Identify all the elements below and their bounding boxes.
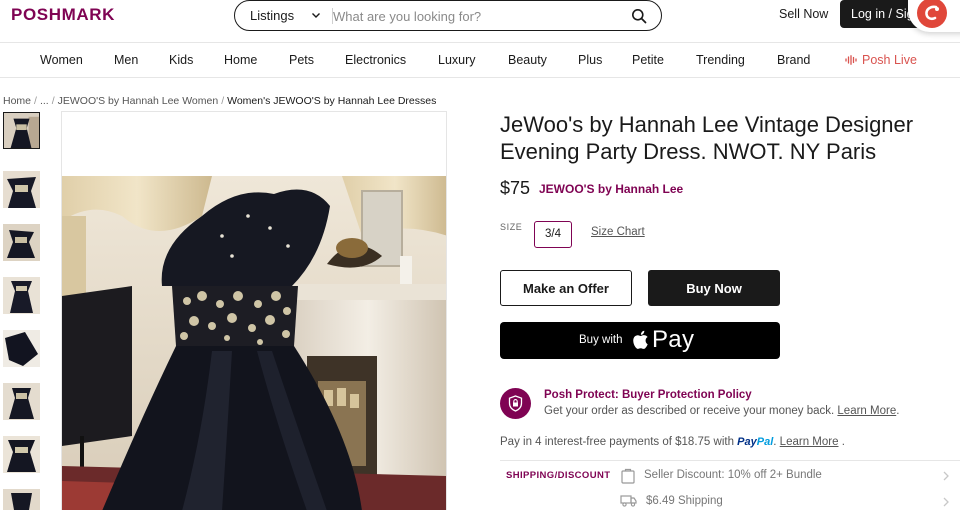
nav-item-home[interactable]: Home — [224, 53, 257, 67]
nav-item-beauty[interactable]: Beauty — [508, 53, 547, 67]
posh-live-label: Posh Live — [862, 53, 917, 67]
poshmark-logo[interactable]: POSHMARK — [11, 5, 115, 25]
live-wave-icon — [845, 55, 857, 65]
apple-pay-prefix: Buy with — [579, 334, 623, 346]
chat-widget[interactable] — [908, 0, 960, 32]
size-option[interactable]: 3/4 — [534, 221, 572, 248]
shipping-cost-text[interactable]: $6.49 Shipping — [646, 495, 723, 507]
breadcrumb-brand-women[interactable]: JEWOO'S by Hannah Lee Women — [58, 95, 219, 107]
apple-icon — [633, 330, 648, 349]
installments-info: Pay in 4 interest-free payments of $18.7… — [500, 436, 845, 448]
nav-item-brand[interactable]: Brand — [777, 53, 810, 67]
sell-now-link[interactable]: Sell Now — [779, 7, 828, 21]
nav-item-electronics[interactable]: Electronics — [345, 53, 406, 67]
size-chart-link[interactable]: Size Chart — [591, 226, 645, 238]
seller-discount-text[interactable]: Seller Discount: 10% off 2+ Bundle — [644, 469, 822, 481]
search-scope-select[interactable]: Listings — [250, 8, 294, 23]
period: . — [773, 436, 777, 448]
installments-learn-more[interactable]: Learn More — [780, 436, 839, 448]
nav-item-men[interactable]: Men — [114, 53, 138, 67]
chat-icon — [917, 0, 947, 28]
nav-item-pets[interactable]: Pets — [289, 53, 314, 67]
thumbnail-4[interactable] — [3, 277, 40, 314]
section-divider — [500, 460, 960, 461]
period: . — [896, 405, 900, 417]
search-input[interactable] — [333, 6, 623, 26]
nav-item-plus[interactable]: Plus — [578, 53, 602, 67]
shield-lock-icon — [500, 388, 531, 419]
thumbnail-3[interactable] — [3, 224, 40, 261]
brand-link[interactable]: JEWOO'S by Hannah Lee — [539, 182, 683, 196]
nav-item-trending[interactable]: Trending — [696, 53, 745, 67]
nav-item-petite[interactable]: Petite — [632, 53, 664, 67]
thumbnail-8[interactable] — [3, 489, 40, 510]
paypal-logo-pay: Pay — [737, 436, 757, 448]
thumbnail-7[interactable] — [3, 436, 40, 473]
buy-now-button[interactable]: Buy Now — [648, 270, 780, 306]
chevron-right-icon[interactable] — [942, 471, 950, 481]
chevron-right-icon[interactable] — [942, 497, 950, 507]
posh-protect-text: Get your order as described or receive y… — [544, 405, 835, 417]
paypal-logo-pal: Pal — [756, 436, 774, 448]
period: . — [841, 436, 845, 448]
breadcrumb-home[interactable]: Home — [3, 95, 31, 107]
main-product-image[interactable] — [61, 111, 447, 510]
apple-pay-word: Pay — [652, 326, 695, 353]
shipping-discount-label: SHIPPING/DISCOUNT — [506, 470, 611, 481]
breadcrumb-separator: / — [221, 95, 225, 107]
apple-pay-button[interactable]: Buy with Pay — [500, 322, 780, 359]
thumbnail-1[interactable] — [3, 112, 40, 149]
tag-icon — [621, 468, 635, 484]
product-title: JeWoo's by Hannah Lee Vintage Designer E… — [500, 112, 914, 164]
search-bar: Listings — [234, 0, 662, 31]
search-icon[interactable] — [631, 8, 647, 24]
breadcrumb-current[interactable]: Women's JEWOO'S by Hannah Lee Dresses — [227, 95, 436, 107]
dress-photo — [62, 176, 446, 510]
site-header: POSHMARK Listings Sell Now Log in / Sign… — [0, 0, 960, 42]
product-price: $75 — [500, 178, 531, 198]
thumbnail-5[interactable] — [3, 330, 40, 367]
truck-icon — [620, 495, 637, 507]
size-label: SIZE — [500, 222, 523, 232]
thumbnail-2[interactable] — [3, 171, 40, 208]
breadcrumb-ellipsis[interactable]: ... — [40, 95, 49, 107]
nav-item-kids[interactable]: Kids — [169, 53, 193, 67]
nav-item-women[interactable]: Women — [40, 53, 83, 67]
posh-protect-learn-more[interactable]: Learn More — [837, 405, 896, 417]
nav-item-luxury[interactable]: Luxury — [438, 53, 476, 67]
paypal-logo: PayPal — [737, 436, 773, 448]
chevron-down-icon[interactable] — [310, 9, 322, 21]
installments-text: Pay in 4 interest-free payments of $18.7… — [500, 436, 734, 448]
thumbnail-6[interactable] — [3, 383, 40, 420]
make-offer-button[interactable]: Make an Offer — [500, 270, 632, 306]
posh-protect-title[interactable]: Posh Protect: Buyer Protection Policy — [544, 389, 752, 401]
nav-item-posh-live[interactable]: Posh Live — [845, 53, 917, 67]
breadcrumb-separator: / — [51, 95, 55, 107]
breadcrumb-separator: / — [34, 95, 37, 107]
breadcrumb: Home /... / JEWOO'S by Hannah Lee Women / Wom… — [3, 95, 436, 107]
category-nav: Women Men Kids Home Pets Electronics Lux… — [0, 42, 960, 78]
posh-protect-description: Get your order as described or receive y… — [544, 405, 899, 417]
